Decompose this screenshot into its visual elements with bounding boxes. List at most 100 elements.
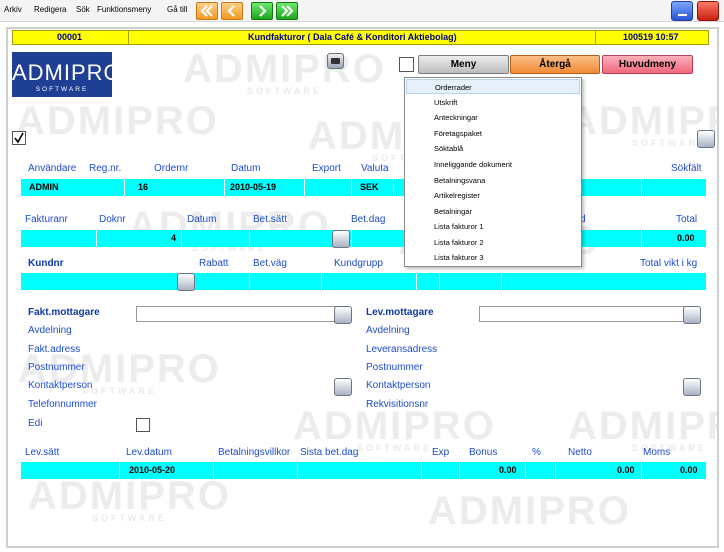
next-record-button[interactable]	[251, 2, 273, 20]
menu-funktionsmeny[interactable]: Funktionsmeny	[97, 5, 151, 14]
label-rabatt: Rabatt	[199, 258, 229, 269]
label-moms: Moms	[643, 447, 671, 458]
value-regnr[interactable]: 16	[138, 182, 148, 192]
menu-sok[interactable]: Sök	[76, 5, 90, 14]
bottom-data: 2010-05-20 0.00 0.00 0.00	[21, 462, 706, 479]
dropdown-item-inneliggande-dokument[interactable]: Inneliggande dokument	[406, 157, 580, 172]
label-datum: Datum	[231, 163, 261, 174]
meny-button[interactable]: Meny	[418, 55, 509, 74]
label-sokfalt: Sökfält	[671, 163, 702, 174]
value-total[interactable]: 0.00	[677, 233, 695, 243]
dropdown-item-betalningar[interactable]: Betalningar	[406, 204, 580, 219]
page-title: Kundfakturor ( Dala Café & Konditori Akt…	[248, 32, 457, 42]
label-regnr: Reg.nr.	[89, 163, 122, 174]
label-kundgrupp: Kundgrupp	[334, 258, 383, 269]
value-levdatum[interactable]: 2010-05-20	[129, 465, 175, 475]
huvudmeny-button[interactable]: Huvudmeny	[602, 55, 693, 74]
label-betsatt: Bet.sätt	[253, 214, 287, 225]
label-edi: Edi	[28, 418, 43, 429]
fakt-mottagare-input[interactable]	[136, 306, 343, 322]
dropdown-item-orderrader[interactable]: Orderrader	[406, 79, 580, 94]
title-bar: 00001 Kundfakturor ( Dala Café & Kondito…	[12, 30, 709, 45]
minimize-button[interactable]	[671, 1, 693, 21]
watermark: ADMIPRO	[16, 99, 219, 143]
close-button[interactable]	[697, 1, 719, 21]
datetime: 100519 10:57	[623, 32, 679, 42]
dropdown-item-lista-fakturor-2[interactable]: Lista fakturor 2	[406, 235, 580, 250]
previous-icon	[227, 5, 235, 17]
lev-mottagare-input[interactable]	[479, 306, 696, 322]
fakt-mottagare-lookup-button[interactable]	[334, 306, 352, 324]
watermark: ADMIPROSOFTWARE	[293, 404, 496, 453]
row1-data: ADMIN 16 2010-05-19 SEK	[21, 179, 706, 196]
dropdown-item-betalningsvana[interactable]: Betalningsvana	[406, 173, 580, 188]
last-record-button[interactable]	[276, 2, 298, 20]
fakt-kontakt-lookup-button[interactable]	[334, 378, 352, 396]
dropdown-item-lista-fakturor-1[interactable]: Lista fakturor 1	[406, 219, 580, 234]
print-button[interactable]	[327, 53, 344, 69]
label-sista-betdag: Sista bet.dag	[300, 447, 359, 458]
mark-checkbox[interactable]	[12, 131, 26, 145]
atergå-button[interactable]: Återgå	[510, 55, 600, 74]
lev-mottagare-lookup-button[interactable]	[683, 306, 701, 324]
label-levsatt: Lev.sätt	[25, 447, 60, 458]
label-totalvikt: Total vikt i kg	[640, 258, 698, 269]
row2-data: 4 0.00	[21, 230, 706, 247]
value-datum[interactable]: 2010-05-19	[230, 182, 276, 192]
label-netto: Netto	[568, 447, 592, 458]
label-lev-mottagare: Lev.mottagare	[366, 307, 434, 318]
dropdown-item-soktabla[interactable]: Söktablå	[406, 141, 580, 156]
label-levdatum: Lev.datum	[126, 447, 172, 458]
value-bonus[interactable]: 0.00	[499, 465, 517, 475]
watermark: ADMIPROSOFTWARE	[28, 474, 231, 523]
label-betalningsvillkor: Betalningsvillkor	[218, 447, 291, 458]
label-bonus: Bonus	[469, 447, 498, 458]
checkmark-icon	[14, 132, 24, 144]
label-rekvisitionsnr: Rekvisitionsnr	[366, 399, 429, 410]
row3-data	[21, 273, 706, 290]
first-record-button[interactable]	[196, 2, 218, 20]
admipro-logo: ADMIPRO SOFTWARE	[12, 52, 121, 97]
label-total: Total	[676, 214, 698, 225]
label-export: Export	[312, 163, 341, 174]
right-side-button[interactable]	[697, 130, 715, 148]
kundnr-lookup-button[interactable]	[177, 273, 195, 291]
label-kundnr: Kundnr	[28, 258, 64, 269]
top-checkbox[interactable]	[399, 57, 414, 72]
label-lev-postnummer: Postnummer	[366, 362, 423, 373]
watermark: ADMIPROSOFTWARE	[183, 47, 386, 96]
menu-ga-till[interactable]: Gå till	[167, 5, 187, 14]
printer-icon	[331, 58, 340, 64]
label-fakturanr: Fakturanr	[25, 214, 68, 225]
previous-record-button[interactable]	[221, 2, 243, 20]
label-valuta: Valuta	[361, 163, 389, 174]
value-moms[interactable]: 0.00	[680, 465, 698, 475]
value-doknr[interactable]: 4	[171, 233, 176, 243]
watermark: ADMIPRO	[428, 489, 631, 533]
label-anvandare: Användare	[28, 163, 77, 174]
dropdown-item-anteckningar[interactable]: Anteckningar	[406, 110, 580, 125]
label-avdelning: Avdelning	[28, 325, 72, 336]
label-lev-avdelning: Avdelning	[366, 325, 410, 336]
menu-arkiv[interactable]: Arkiv	[4, 5, 22, 14]
lev-kontakt-lookup-button[interactable]	[683, 378, 701, 396]
edi-checkbox[interactable]	[136, 418, 150, 432]
label-telefonnummer: Telefonnummer	[28, 399, 97, 410]
dropdown-item-lista-fakturor-3[interactable]: Lista fakturor 3	[406, 250, 580, 265]
label-ordernr: Ordernr	[154, 163, 189, 174]
betdag-lookup-button[interactable]	[332, 230, 350, 248]
menu-bar: Arkiv Redigera Sök Funktionsmeny Gå till	[0, 0, 724, 22]
dropdown-item-foretagspaket[interactable]: Företagspaket	[406, 126, 580, 141]
record-number: 00001	[57, 32, 83, 42]
label-percent: %	[532, 447, 541, 458]
value-valuta[interactable]: SEK	[360, 182, 379, 192]
value-netto[interactable]: 0.00	[617, 465, 635, 475]
watermark: ADMIPROSOFTWARE	[568, 404, 717, 453]
dropdown-item-utskrift[interactable]: Utskrift	[406, 95, 580, 110]
dropdown-item-artikelregister[interactable]: Artikelregister	[406, 188, 580, 203]
label-leveransadress: Leveransadress	[366, 344, 438, 355]
label-fakt-mottagare: Fakt.mottagare	[28, 307, 100, 318]
value-anvandare[interactable]: ADMIN	[29, 182, 59, 192]
menu-redigera[interactable]: Redigera	[34, 5, 66, 14]
label-fakt-adress: Fakt.adress	[28, 344, 81, 355]
